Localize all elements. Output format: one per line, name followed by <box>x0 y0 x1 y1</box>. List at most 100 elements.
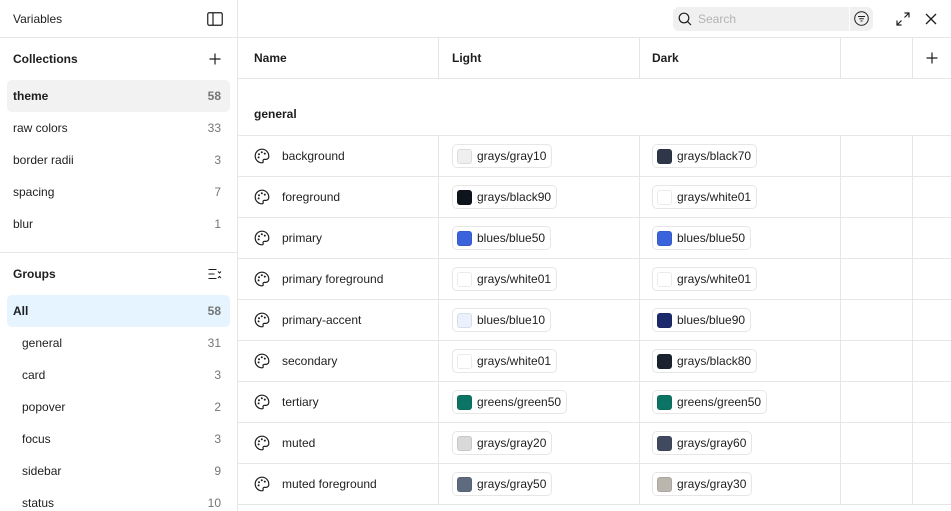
empty-cell <box>913 177 951 217</box>
filter-icon[interactable] <box>849 6 873 31</box>
group-item-card[interactable]: card 3 <box>7 359 230 391</box>
variable-name-cell[interactable]: muted <box>238 423 439 463</box>
variable-name: primary foreground <box>254 271 383 287</box>
light-value-cell[interactable]: grays/white01 <box>439 259 640 299</box>
light-value-cell[interactable]: grays/gray20 <box>439 423 640 463</box>
color-alias-chip[interactable]: blues/blue90 <box>652 308 752 332</box>
empty-cell <box>841 136 913 176</box>
variable-name-cell[interactable]: tertiary <box>238 382 439 422</box>
group-item-sidebar[interactable]: sidebar 9 <box>7 455 230 487</box>
variable-name-label: primary <box>282 231 323 245</box>
color-alias-chip[interactable]: grays/white01 <box>652 267 758 291</box>
color-alias-chip[interactable]: grays/gray20 <box>452 431 553 455</box>
color-alias-chip[interactable]: grays/black80 <box>652 349 758 373</box>
color-swatch <box>657 435 672 451</box>
table-row[interactable]: primary blues/blue50 blues/blue50 <box>238 218 951 259</box>
light-value-cell[interactable]: grays/black90 <box>439 177 640 217</box>
table-row[interactable]: primary foreground grays/white01 grays/whi… <box>238 259 951 300</box>
color-alias-label: grays/gray60 <box>677 436 747 450</box>
search-input[interactable]: Search <box>698 12 849 26</box>
group-item-focus[interactable]: focus 3 <box>7 423 230 455</box>
variables-table: Name Light Dark general background grays/… <box>238 38 951 505</box>
search-field[interactable]: Search <box>673 6 873 31</box>
dark-value-cell[interactable]: grays/white01 <box>640 177 841 217</box>
light-value-cell[interactable]: grays/white01 <box>439 341 640 381</box>
palette-icon <box>254 189 270 205</box>
color-alias-chip[interactable]: grays/gray50 <box>452 472 553 496</box>
collection-item-raw-colors[interactable]: raw colors 33 <box>7 112 230 144</box>
group-item-label: general <box>22 336 63 350</box>
column-header-dark[interactable]: Dark <box>640 38 841 78</box>
variable-name-cell[interactable]: primary <box>238 218 439 258</box>
close-icon[interactable] <box>921 9 941 29</box>
variable-name-cell[interactable]: primary foreground <box>238 259 439 299</box>
panel-title: Variables <box>13 11 63 26</box>
color-swatch <box>457 312 472 328</box>
color-alias-chip[interactable]: grays/black70 <box>652 144 758 168</box>
table-row[interactable]: tertiary greens/green50 greens/green50 <box>238 382 951 423</box>
color-alias-chip[interactable]: grays/gray30 <box>652 472 753 496</box>
group-item-general[interactable]: general 31 <box>7 327 230 359</box>
expand-icon[interactable] <box>893 9 913 29</box>
dark-value-cell[interactable]: grays/black80 <box>640 341 841 381</box>
color-alias-chip[interactable]: blues/blue10 <box>452 308 552 332</box>
dark-value-cell[interactable]: greens/green50 <box>640 382 841 422</box>
variable-name: foreground <box>254 189 340 205</box>
group-item-popover[interactable]: popover 2 <box>7 391 230 423</box>
color-swatch <box>657 148 672 164</box>
color-alias-chip[interactable]: blues/blue50 <box>652 226 752 250</box>
dark-value-cell[interactable]: grays/gray30 <box>640 464 841 504</box>
collection-item-border-radii[interactable]: border radii 3 <box>7 144 230 176</box>
color-alias-label: grays/gray20 <box>477 436 547 450</box>
color-alias-chip[interactable]: blues/blue50 <box>452 226 552 250</box>
variable-name-cell[interactable]: primary-accent <box>238 300 439 340</box>
variable-name: tertiary <box>254 394 319 410</box>
palette-icon <box>254 271 270 287</box>
toggle-sidebar-icon[interactable] <box>205 9 225 29</box>
collection-item-spacing[interactable]: spacing 7 <box>7 176 230 208</box>
column-header-light[interactable]: Light <box>439 38 640 78</box>
collection-item-label: theme <box>13 89 49 103</box>
color-alias-chip[interactable]: greens/green50 <box>452 390 568 414</box>
dark-value-cell[interactable]: grays/gray60 <box>640 423 841 463</box>
color-alias-chip[interactable]: grays/white01 <box>452 349 558 373</box>
empty-cell <box>913 136 951 176</box>
light-value-cell[interactable]: grays/gray10 <box>439 136 640 176</box>
collections-list: theme 58 raw colors 33 border radii 3 spacing 7… <box>0 80 237 246</box>
variable-name-cell[interactable]: foreground <box>238 177 439 217</box>
collection-item-blur[interactable]: blur 1 <box>7 208 230 240</box>
group-item-label: card <box>22 368 46 382</box>
collection-item-label: raw colors <box>13 121 68 135</box>
color-alias-chip[interactable]: grays/white01 <box>652 185 758 209</box>
color-swatch <box>657 476 672 492</box>
add-mode-button[interactable] <box>913 38 951 78</box>
variable-name-cell[interactable]: secondary <box>238 341 439 381</box>
table-row[interactable]: muted foreground grays/gray50 grays/gray30 <box>238 464 951 505</box>
table-row[interactable]: primary-accent blues/blue10 blues/blue90 <box>238 300 951 341</box>
color-swatch <box>457 271 472 287</box>
collection-item-theme[interactable]: theme 58 <box>7 80 230 112</box>
light-value-cell[interactable]: greens/green50 <box>439 382 640 422</box>
dark-value-cell[interactable]: blues/blue50 <box>640 218 841 258</box>
variable-name-cell[interactable]: muted foreground <box>238 464 439 504</box>
light-value-cell[interactable]: blues/blue10 <box>439 300 640 340</box>
table-row[interactable]: secondary grays/white01 grays/black80 <box>238 341 951 382</box>
color-alias-chip[interactable]: greens/green50 <box>652 390 768 414</box>
group-item-all[interactable]: All 58 <box>7 295 230 327</box>
light-value-cell[interactable]: grays/gray50 <box>439 464 640 504</box>
color-alias-chip[interactable]: grays/black90 <box>452 185 558 209</box>
group-item-status[interactable]: status 10 <box>7 487 230 511</box>
table-row[interactable]: background grays/gray10 grays/black70 <box>238 136 951 177</box>
light-value-cell[interactable]: blues/blue50 <box>439 218 640 258</box>
color-alias-chip[interactable]: grays/white01 <box>452 267 558 291</box>
variable-name-cell[interactable]: background <box>238 136 439 176</box>
color-alias-chip[interactable]: grays/gray10 <box>452 144 553 168</box>
dark-value-cell[interactable]: blues/blue90 <box>640 300 841 340</box>
color-alias-chip[interactable]: grays/gray60 <box>652 431 753 455</box>
table-row[interactable]: foreground grays/black90 grays/white01 <box>238 177 951 218</box>
table-row[interactable]: muted grays/gray20 grays/gray60 <box>238 423 951 464</box>
add-collection-icon[interactable] <box>205 49 225 69</box>
collapse-groups-icon[interactable] <box>205 264 225 284</box>
dark-value-cell[interactable]: grays/black70 <box>640 136 841 176</box>
dark-value-cell[interactable]: grays/white01 <box>640 259 841 299</box>
